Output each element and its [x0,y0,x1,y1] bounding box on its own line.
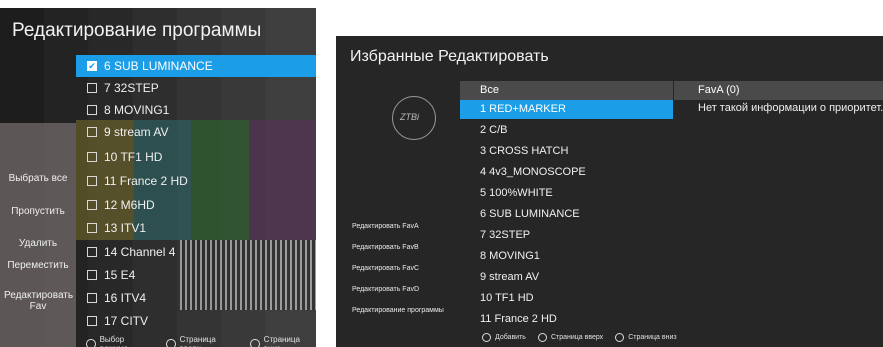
channel-label: 6 SUB LUMINANCE [104,59,213,73]
footer-hint: Добавить [482,333,526,342]
channel-row[interactable]: 14 Channel 4 [76,241,316,263]
checkbox-icon[interactable] [87,83,97,93]
channel-row[interactable]: 10 TF1 HD [460,289,673,308]
channel-row[interactable]: 16 ITV4 [76,287,316,309]
edit-fava-menu-item[interactable]: Редактировать FavA [352,223,419,230]
edit-favb-menu-item[interactable]: Редактировать FavB [352,244,419,251]
fav-list-header: FavA (0) [674,81,883,100]
move-menu-item[interactable]: Переместить [4,260,72,271]
channel-label: 12 M6HD [104,198,155,212]
footer-hint-label: Страница вверх [179,335,216,347]
footer-hint-label: Страница вниз [263,335,300,347]
checkbox-icon[interactable] [87,105,97,115]
channel-label: 16 ITV4 [104,291,147,305]
channel-row[interactable]: ✔ 6 SUB LUMINANCE [76,55,316,77]
channel-row[interactable]: 8 MOVING1 [76,99,316,121]
channel-label: 7 32STEP [104,81,159,95]
page-up-icon [537,333,547,342]
checkbox-icon[interactable] [87,247,97,257]
channel-row[interactable]: 11 France 2 HD [76,170,316,192]
channel-row[interactable]: 5 100%WHITE [460,184,673,203]
select-all-menu-item[interactable]: Выбрать все [4,173,72,184]
footer-hints: Добавить Страница вверх Страница вниз [482,333,677,342]
favorites-edit-screen: Избранные Редактировать ZTBi Все FavA (0… [336,36,883,347]
edit-favd-menu-item[interactable]: Редактировать FavD [352,286,419,293]
channel-row[interactable]: 15 E4 [76,264,316,286]
footer-hint-label: Выбор режима [99,335,129,347]
side-menu-background [0,123,76,347]
footer-hint-label: Страница вниз [628,334,677,341]
channel-row[interactable]: 13 ITV1 [76,217,316,239]
checkbox-icon[interactable] [87,152,97,162]
page-up-icon [165,339,176,347]
channel-row[interactable]: 2 C/B [460,121,673,140]
page-down-icon [250,339,260,347]
page-title: Редактирование программы [12,20,262,41]
channel-label: 9 stream AV [104,125,169,139]
checkbox-checked-icon[interactable]: ✔ [87,61,97,71]
checkbox-icon[interactable] [87,293,97,303]
channel-label: 8 MOVING1 [104,103,170,117]
footer-hint-label: Добавить [495,334,526,341]
channel-row[interactable]: 4 4v3_MONOSCOPE [460,163,673,182]
footer-hint: Страница вниз [250,335,316,347]
channel-label: 14 Channel 4 [104,245,176,259]
checkbox-icon[interactable] [87,200,97,210]
checkbox-icon[interactable] [87,127,97,137]
checkbox-icon[interactable] [87,176,97,186]
footer-hint-label: Страница вверх [550,334,604,341]
channel-row[interactable]: 6 SUB LUMINANCE [460,205,673,224]
edit-fav-menu-item[interactable]: Редактировать Fav [4,290,73,312]
channel-row[interactable]: 7 32STEP [76,77,316,99]
checkbox-icon[interactable] [87,316,97,326]
ok-button-icon [482,333,491,342]
channel-label: 17 CITV [104,314,149,328]
page-down-icon [615,333,625,342]
channel-row[interactable]: 7 32STEP [460,226,673,245]
channel-label: 13 ITV1 [104,221,147,235]
channel-row[interactable]: 17 CITV [76,310,316,332]
channel-row[interactable]: 12 M6HD [76,194,316,216]
channel-row[interactable]: 8 MOVING1 [460,247,673,266]
skip-menu-item[interactable]: Пропустить [4,206,72,217]
channel-row[interactable]: 1 RED+MARKER [460,100,673,119]
channel-row[interactable]: 9 stream AV [76,121,316,143]
footer-hint: Страница вниз [615,333,677,342]
footer-hints: Выбор режима Страница вверх Страница вни… [86,335,316,347]
channel-label: 11 France 2 HD [104,174,188,188]
page-title: Избранные Редактировать [350,48,549,65]
footer-hint: Выбор режима [86,335,152,347]
logo-icon: ZTBi [392,96,436,140]
channel-label: 10 TF1 HD [104,150,163,164]
channel-row[interactable]: 9 stream AV [460,268,673,287]
channel-label: 15 E4 [104,268,136,282]
ok-button-icon [86,339,96,347]
fav-empty-message: Нет такой информации о приоритет.. [698,102,883,114]
channel-row[interactable]: 11 France 2 HD [460,310,673,329]
footer-hint: Страница вверх [165,335,236,347]
edit-favc-menu-item[interactable]: Редактировать FavC [352,265,419,272]
channel-row[interactable]: 3 CROSS HATCH [460,142,673,161]
delete-menu-item[interactable]: Удалить [4,238,72,249]
checkbox-icon[interactable] [87,223,97,233]
checkbox-icon[interactable] [87,270,97,280]
program-edit-screen: Редактирование программы ✔ 6 SUB LUMINANC… [0,8,316,347]
list-header-all: Все [460,81,673,100]
channel-row[interactable]: 10 TF1 HD [76,146,316,168]
edit-program-menu-item[interactable]: Редактирование программы [352,307,444,314]
footer-hint: Страница вверх [537,333,604,342]
